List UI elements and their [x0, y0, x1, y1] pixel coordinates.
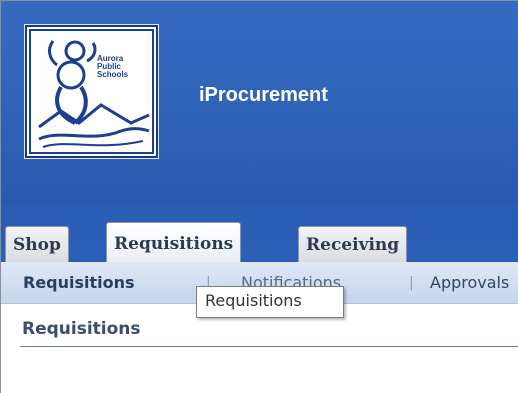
logo-line-3: Schools	[97, 70, 129, 79]
tooltip: Requisitions	[196, 286, 344, 318]
main-tab-bar: Shop Requisitions Receiving	[1, 206, 518, 262]
subtab-separator: |	[409, 275, 414, 291]
app-title: iProcurement	[199, 84, 328, 106]
logo-emblem-icon	[38, 40, 150, 148]
aurora-public-schools-logo[interactable]: Aurora Public Schools	[25, 25, 158, 158]
page-title: Requisitions	[22, 319, 141, 339]
tab-shop[interactable]: Shop	[5, 226, 69, 262]
logo-border: Aurora Public Schools	[29, 29, 154, 154]
heading-divider	[20, 346, 518, 347]
tab-receiving[interactable]: Receiving	[298, 226, 408, 262]
subtab-approvals[interactable]: Approvals	[430, 273, 509, 292]
tab-requisitions[interactable]: Requisitions	[106, 222, 242, 262]
header-banner: Aurora Public Schools iProcurement	[1, 1, 518, 206]
logo-wordmark: Aurora Public Schools	[97, 55, 128, 79]
subtab-requisitions[interactable]: Requisitions	[23, 273, 135, 292]
